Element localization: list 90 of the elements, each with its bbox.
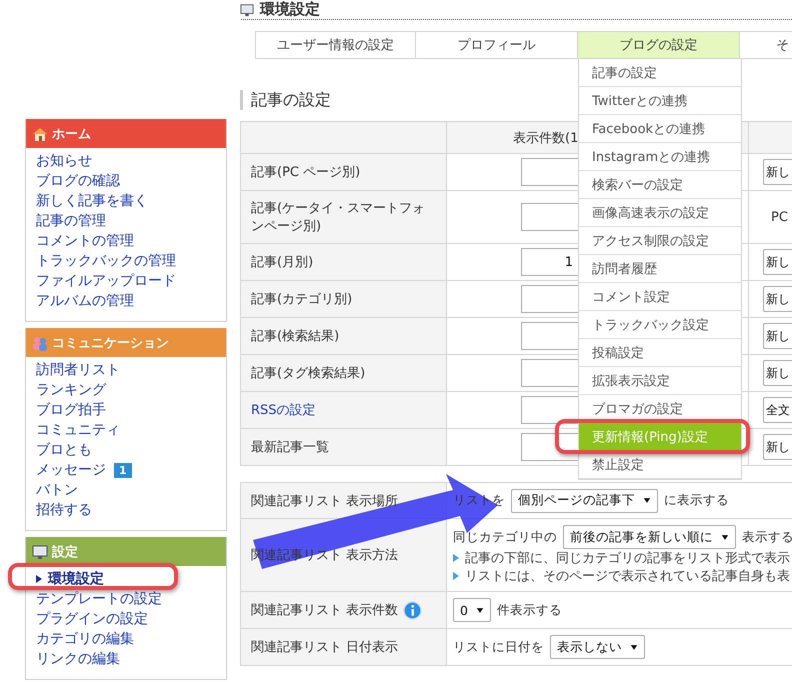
field-text: リストに日付を — [453, 638, 544, 656]
monitor-icon — [32, 544, 48, 560]
select-field[interactable]: 全文 — [763, 397, 792, 423]
menu-item[interactable]: Facebookとの連携 — [579, 115, 741, 143]
house-icon — [32, 126, 48, 142]
row-label: 関連記事リスト 表示件数 — [251, 602, 398, 619]
menu-item[interactable]: トラックバック設定 — [579, 311, 741, 339]
field-text: 表示する — [742, 528, 792, 546]
sidebar-link[interactable]: トラックバックの管理 — [36, 252, 176, 270]
input-field[interactable] — [521, 203, 579, 231]
section-title: コミュニケーション — [52, 334, 169, 352]
select-field[interactable]: 新し — [763, 159, 792, 185]
menu-item[interactable]: Twitterとの連携 — [579, 87, 741, 115]
select-field[interactable]: 新し — [763, 286, 792, 312]
input-field[interactable] — [521, 396, 579, 424]
count-badge: 1 — [114, 462, 132, 478]
input-field[interactable] — [521, 433, 579, 461]
input-field[interactable]: 1 — [521, 248, 579, 276]
row-label: 記事(検索結果) — [251, 329, 340, 344]
sidebar-link[interactable]: 招待する — [36, 501, 92, 519]
caret-icon — [476, 606, 484, 614]
sidebar-link[interactable]: ブログの確認 — [36, 172, 120, 190]
cell-text: PC — [770, 210, 788, 224]
field-text: 件表示する — [496, 602, 562, 618]
sidebar-link[interactable]: ブログ拍手 — [36, 401, 106, 419]
caret-icon — [721, 534, 729, 540]
sidebar-link[interactable]: 記事の管理 — [36, 212, 106, 230]
tab[interactable]: そ — [739, 31, 792, 59]
caret-icon — [643, 497, 651, 504]
info-icon[interactable] — [403, 600, 422, 620]
bullet-icon — [453, 572, 459, 580]
menu-item[interactable]: 訪問者履歴 — [579, 255, 741, 283]
sidebar-link[interactable]: ブロとも — [36, 441, 92, 459]
sidebar-link[interactable]: アルバムの管理 — [36, 292, 134, 310]
caret-icon — [630, 644, 638, 650]
row-label: 関連記事リスト 日付表示 — [251, 639, 398, 656]
tab[interactable]: ユーザー情報の設定 — [255, 31, 415, 59]
sidebar-link[interactable]: リンクの編集 — [36, 650, 120, 668]
row-label: 記事(タグ検索結果) — [251, 366, 366, 381]
row-label: 最新記事一覧 — [251, 440, 329, 455]
sidebar-link[interactable]: 新しく記事を書く — [36, 192, 148, 210]
field-text: 同じカテゴリ中の — [453, 528, 557, 546]
menu-item[interactable]: 禁止設定 — [579, 451, 741, 479]
menu-item[interactable]: Instagramとの連携 — [579, 143, 741, 171]
page-title: 環境設定 — [260, 0, 320, 19]
row-label: 記事(月別) — [251, 255, 314, 270]
tab[interactable]: プロフィール — [415, 31, 577, 59]
bullet-icon — [453, 554, 459, 562]
sidebar-link[interactable]: テンプレートの設定 — [36, 590, 162, 608]
menu-item[interactable]: 記事の設定 — [579, 59, 741, 87]
select-field[interactable]: 0 — [453, 598, 491, 622]
input-field[interactable] — [521, 158, 579, 186]
input-field[interactable] — [521, 322, 579, 350]
sidebar-link[interactable]: メッセージ — [36, 461, 106, 479]
select-field[interactable]: 新し — [763, 249, 792, 275]
sidebar-link[interactable]: 訪問者リスト — [36, 361, 120, 379]
row-label: 記事(ケータイ・スマートフォンページ別) — [251, 201, 426, 234]
select-field[interactable]: 新し — [763, 360, 792, 386]
input-field[interactable] — [521, 359, 579, 387]
sidebar-link[interactable]: カテゴリの編集 — [36, 630, 134, 648]
note-text: リストには、そのページで表示されている記事自身も表 — [465, 568, 790, 585]
tab[interactable]: ブログの設定 — [577, 31, 739, 59]
row-label: 記事(カテゴリ別) — [251, 292, 352, 307]
sidebar-link[interactable]: プラグインの設定 — [36, 610, 148, 628]
field-text: に表示する — [664, 492, 729, 509]
sidebar-link[interactable]: ランキング — [36, 381, 106, 399]
row-label: 記事(PC ページ別) — [251, 165, 360, 180]
select-field[interactable]: 表示しない — [550, 635, 645, 659]
row-label: 関連記事リスト 表示場所 — [251, 492, 398, 510]
sidebar-link[interactable]: バトン — [36, 481, 78, 499]
sidebar-link[interactable]: お知らせ — [36, 152, 92, 170]
input-field[interactable] — [521, 285, 579, 313]
settings-link[interactable]: RSSの設定 — [251, 403, 316, 418]
menu-item[interactable]: 検索バーの設定 — [579, 171, 741, 199]
people-icon — [32, 334, 48, 350]
section-title: ホーム — [52, 126, 91, 142]
select-field[interactable]: 新し — [763, 323, 792, 349]
select-field[interactable]: 前後の記事を新しい順に — [563, 525, 736, 549]
sidebar-link[interactable]: コミュニティ — [36, 421, 120, 439]
sidebar-link[interactable]: ファイルアップロード — [36, 272, 176, 290]
section-title: 設定 — [52, 544, 78, 560]
sidebar-link[interactable]: コメントの管理 — [36, 232, 134, 250]
sidebar-link[interactable]: 環境設定 — [36, 570, 104, 588]
select-field[interactable]: 個別ページの記事下 — [511, 488, 658, 512]
menu-item[interactable]: 投稿設定 — [579, 339, 741, 367]
note-text: 記事の下部に、同じカテゴリの記事をリスト形式で表示 — [465, 550, 790, 567]
select-field[interactable]: 新し — [763, 434, 792, 460]
monitor-icon — [240, 2, 254, 16]
menu-item[interactable]: アクセス制限の設定 — [579, 227, 741, 255]
menu-item[interactable]: 拡張表示設定 — [579, 367, 741, 395]
